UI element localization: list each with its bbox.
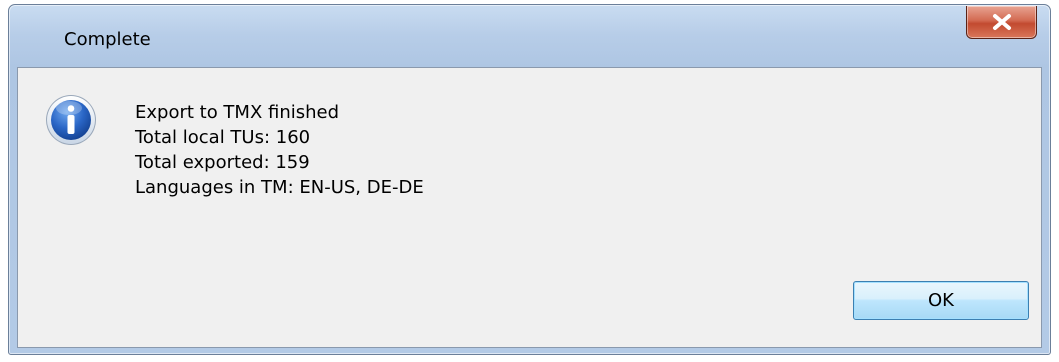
message-line-languages: Languages in TM: EN-US, DE-DE [135,177,424,198]
dialog-window: Complete Export to TMX finished Total lo… [8,4,1051,355]
message-line-export-status: Export to TMX finished [135,102,340,123]
message-line-total-local: Total local TUs: 160 [135,127,311,148]
message-line-total-exported: Total exported: 159 [135,152,310,173]
dialog-body: Export to TMX finished Total local TUs: … [17,67,1042,348]
title-bar[interactable]: Complete [9,5,1050,67]
ok-button[interactable]: OK [853,281,1029,320]
dialog-title: Complete [64,29,151,50]
close-button[interactable] [966,6,1037,39]
info-icon [46,95,96,145]
message-text: Export to TMX finished Total local TUs: … [135,100,424,200]
close-icon [993,14,1011,30]
